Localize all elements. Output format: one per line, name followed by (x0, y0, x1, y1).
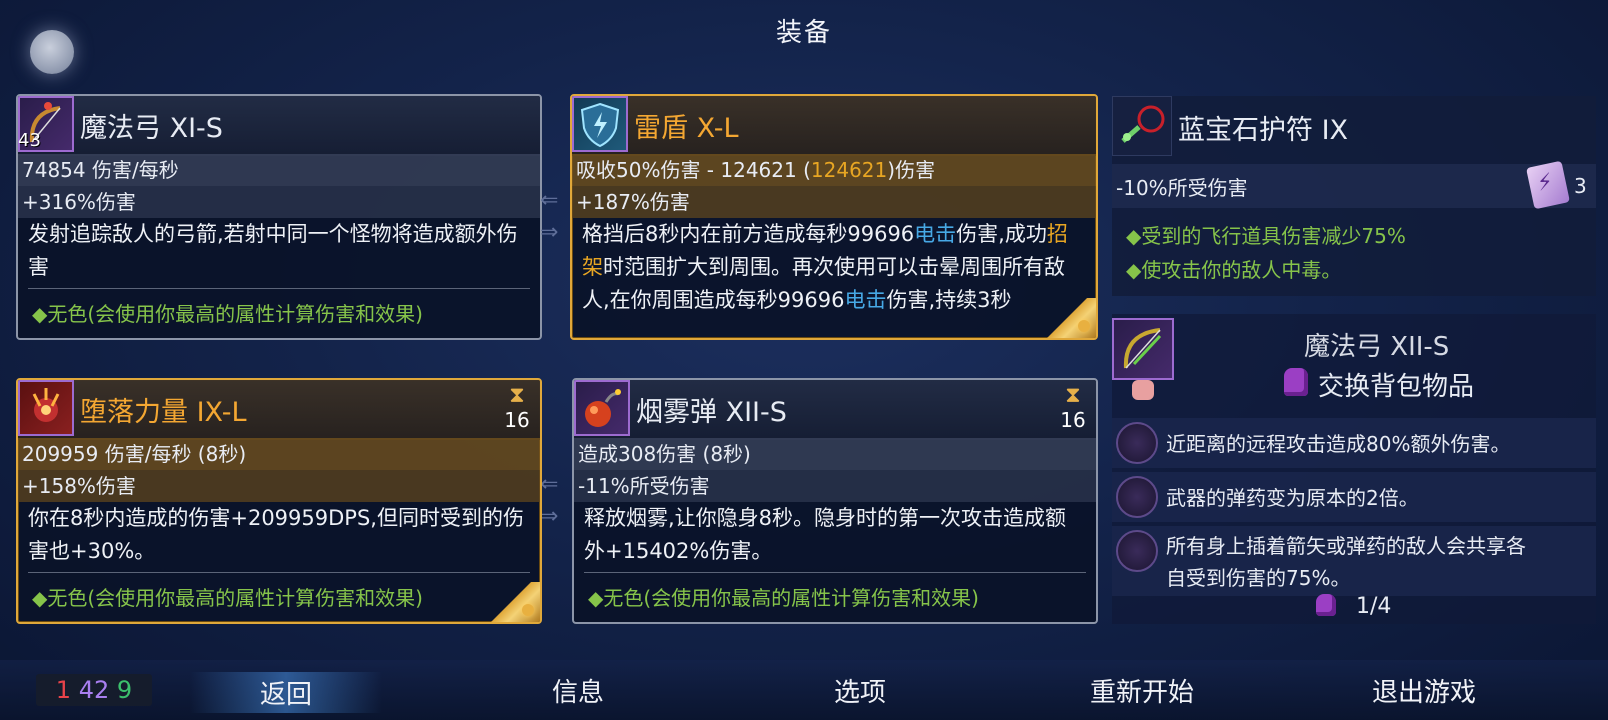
legendary-corner-ornament (1026, 298, 1096, 338)
shield-icon (572, 96, 628, 152)
absorb-value: 124621 (810, 158, 888, 182)
amulet-stat: -10%所受伤害 (1116, 176, 1248, 200)
swap-arrow-icon: ⇐ (540, 472, 559, 497)
bow-icon (1112, 318, 1174, 380)
cooldown-timer: ⧗ 16 (1058, 383, 1088, 433)
desc-keyword: 电击 (914, 222, 957, 246)
absorb-suffix: )伤害 (887, 158, 936, 182)
desc-part: 伤害,持续3秒 (886, 288, 1012, 312)
amulet-effect: ◆使攻击你的敌人中毒。 (1126, 258, 1342, 282)
swap-arrow-icon: ⇐ (540, 188, 559, 213)
cooldown-value: 16 (1060, 408, 1086, 432)
page-title: 装备 (775, 18, 832, 48)
info-button[interactable]: 信息 (552, 672, 604, 709)
hourglass-icon: ⧗ (1065, 383, 1081, 408)
swap-item-name: 魔法弓 XII-S (1304, 332, 1450, 362)
skull-icon (1132, 380, 1154, 400)
quit-game-button[interactable]: 退出游戏 (1372, 672, 1476, 709)
shared-damage-perk-icon (1116, 530, 1158, 572)
ranged-perk-icon (1116, 422, 1158, 464)
equipment-card-smoke-bomb[interactable]: 烟雾弹 XII-S ⧗ 16 造成308伤害 (8秒) -11%所受伤害 释放烟… (572, 378, 1098, 624)
hourglass-icon: ⧗ (509, 383, 525, 408)
item-color-tag: ◆无色(会使用你最高的属性计算伤害和效果) (32, 586, 423, 610)
desc-part: 格挡后8秒内在前方造成每秒99696 (582, 222, 915, 246)
item-name: 魔法弓 XI-S (80, 113, 223, 144)
swap-panel[interactable]: 魔法弓 XII-S 交换背包物品 近距离的远程攻击造成80%额外伤害。 武器的弹… (1112, 314, 1596, 624)
divider (28, 572, 530, 573)
item-level: 43 (18, 130, 41, 151)
perk-row: 所有身上插着箭矢或弹药的敌人会共享各 自受到伤害的75%。 (1112, 526, 1596, 596)
amulet-icon (1112, 96, 1172, 156)
item-absorb: 吸收50%伤害 - 124621 (124621)伤害 (572, 154, 1096, 186)
item-damage-bonus: +158%伤害 (18, 470, 540, 502)
options-button[interactable]: 选项 (834, 672, 886, 709)
item-name: 堕落力量 IX-L (80, 397, 247, 428)
item-description: 你在8秒内造成的伤害+209959DPS,但同时受到的伤害也+30%。 (28, 506, 524, 563)
item-damage-taken: -11%所受伤害 (574, 470, 1096, 502)
perk-row: 武器的弹药变为原本的2倍。 (1112, 472, 1596, 522)
swap-arrow-icon: ⇒ (540, 504, 559, 529)
equipment-card-fallen-power[interactable]: 堕落力量 IX-L ⧗ 16 209959 伤害/每秒 (8秒) +158%伤害… (16, 378, 542, 624)
swap-action-label[interactable]: 交换背包物品 (1318, 366, 1474, 403)
item-color-tag: ◆无色(会使用你最高的属性计算伤害和效果) (32, 302, 423, 326)
item-name: 雷盾 X-L (634, 113, 739, 144)
desc-keyword: 电击 (844, 288, 887, 312)
divider (28, 288, 530, 289)
swap-arrow-icon: ⇒ (540, 220, 559, 245)
page-indicator: 1/4 (1356, 594, 1392, 619)
equipment-card-shield[interactable]: 雷盾 X-L 吸收50%伤害 - 124621 (124621)伤害 +187%… (570, 94, 1098, 340)
item-description: 发射追踪敌人的弓箭,若射中同一个怪物将造成额外伤害 (28, 222, 518, 279)
perk-text: 所有身上插着箭矢或弹药的敌人会共享各 (1166, 534, 1526, 558)
purple-count: 42 (78, 676, 110, 704)
perk-text: 武器的弹药变为原本的2倍。 (1166, 486, 1419, 510)
desc-part: 伤害,成功 (956, 222, 1047, 246)
red-count: 1 (55, 676, 72, 704)
item-description: 格挡后8秒内在前方造成每秒99696电击伤害,成功招架时范围扩大到周围。再次使用… (582, 218, 1086, 328)
green-count: 9 (116, 676, 133, 704)
equipment-card-bow[interactable]: 43 魔法弓 XI-S 74854 伤害/每秒 +316%伤害 发射追踪敌人的弓… (16, 94, 542, 340)
item-damage: 造成308伤害 (8秒) (574, 438, 1096, 470)
restart-button[interactable]: 重新开始 (1090, 672, 1194, 709)
item-dps: 209959 伤害/每秒 (8秒) (18, 438, 540, 470)
item-name: 烟雾弹 XII-S (636, 397, 787, 428)
fallen-power-icon (18, 380, 74, 436)
cooldown-value: 16 (504, 408, 530, 432)
cooldown-timer: ⧗ 16 (502, 383, 532, 433)
scroll-count: 3 (1574, 174, 1587, 198)
ammo-perk-icon (1116, 476, 1158, 518)
perk-text: 近距离的远程攻击造成80%额外伤害。 (1166, 432, 1511, 456)
bottom-bar: 1 42 9 返回 信息 选项 重新开始 退出游戏 (0, 660, 1608, 720)
perk-row: 近距离的远程攻击造成80%额外伤害。 (1112, 418, 1596, 468)
amulet-name: 蓝宝石护符 IX (1178, 115, 1349, 146)
item-damage-bonus: +316%伤害 (18, 186, 540, 218)
item-damage-bonus: +187%伤害 (572, 186, 1096, 218)
item-dps: 74854 伤害/每秒 (18, 154, 540, 186)
amulet-panel[interactable]: 蓝宝石护符 IX -10%所受伤害 3 ◆受到的飞行道具伤害减少75% ◆使攻击… (1112, 96, 1596, 296)
back-button[interactable]: 返回 (190, 672, 383, 713)
item-description: 释放烟雾,让你隐身8秒。隐身时的第一次攻击造成额外+15402%伤害。 (584, 506, 1067, 563)
divider (584, 572, 1086, 573)
absorb-prefix: 吸收50%伤害 - 124621 ( (576, 158, 811, 182)
smoke-bomb-icon (574, 380, 630, 436)
item-color-tag: ◆无色(会使用你最高的属性计算伤害和效果) (588, 586, 979, 610)
resource-counter: 1 42 9 (36, 674, 152, 706)
backpack-icon (1316, 594, 1336, 616)
amulet-effect: ◆受到的飞行道具伤害减少75% (1126, 224, 1406, 248)
backpack-icon (1284, 368, 1308, 396)
legendary-corner-ornament (470, 582, 540, 622)
perk-text: 自受到伤害的75%。 (1166, 566, 1351, 590)
